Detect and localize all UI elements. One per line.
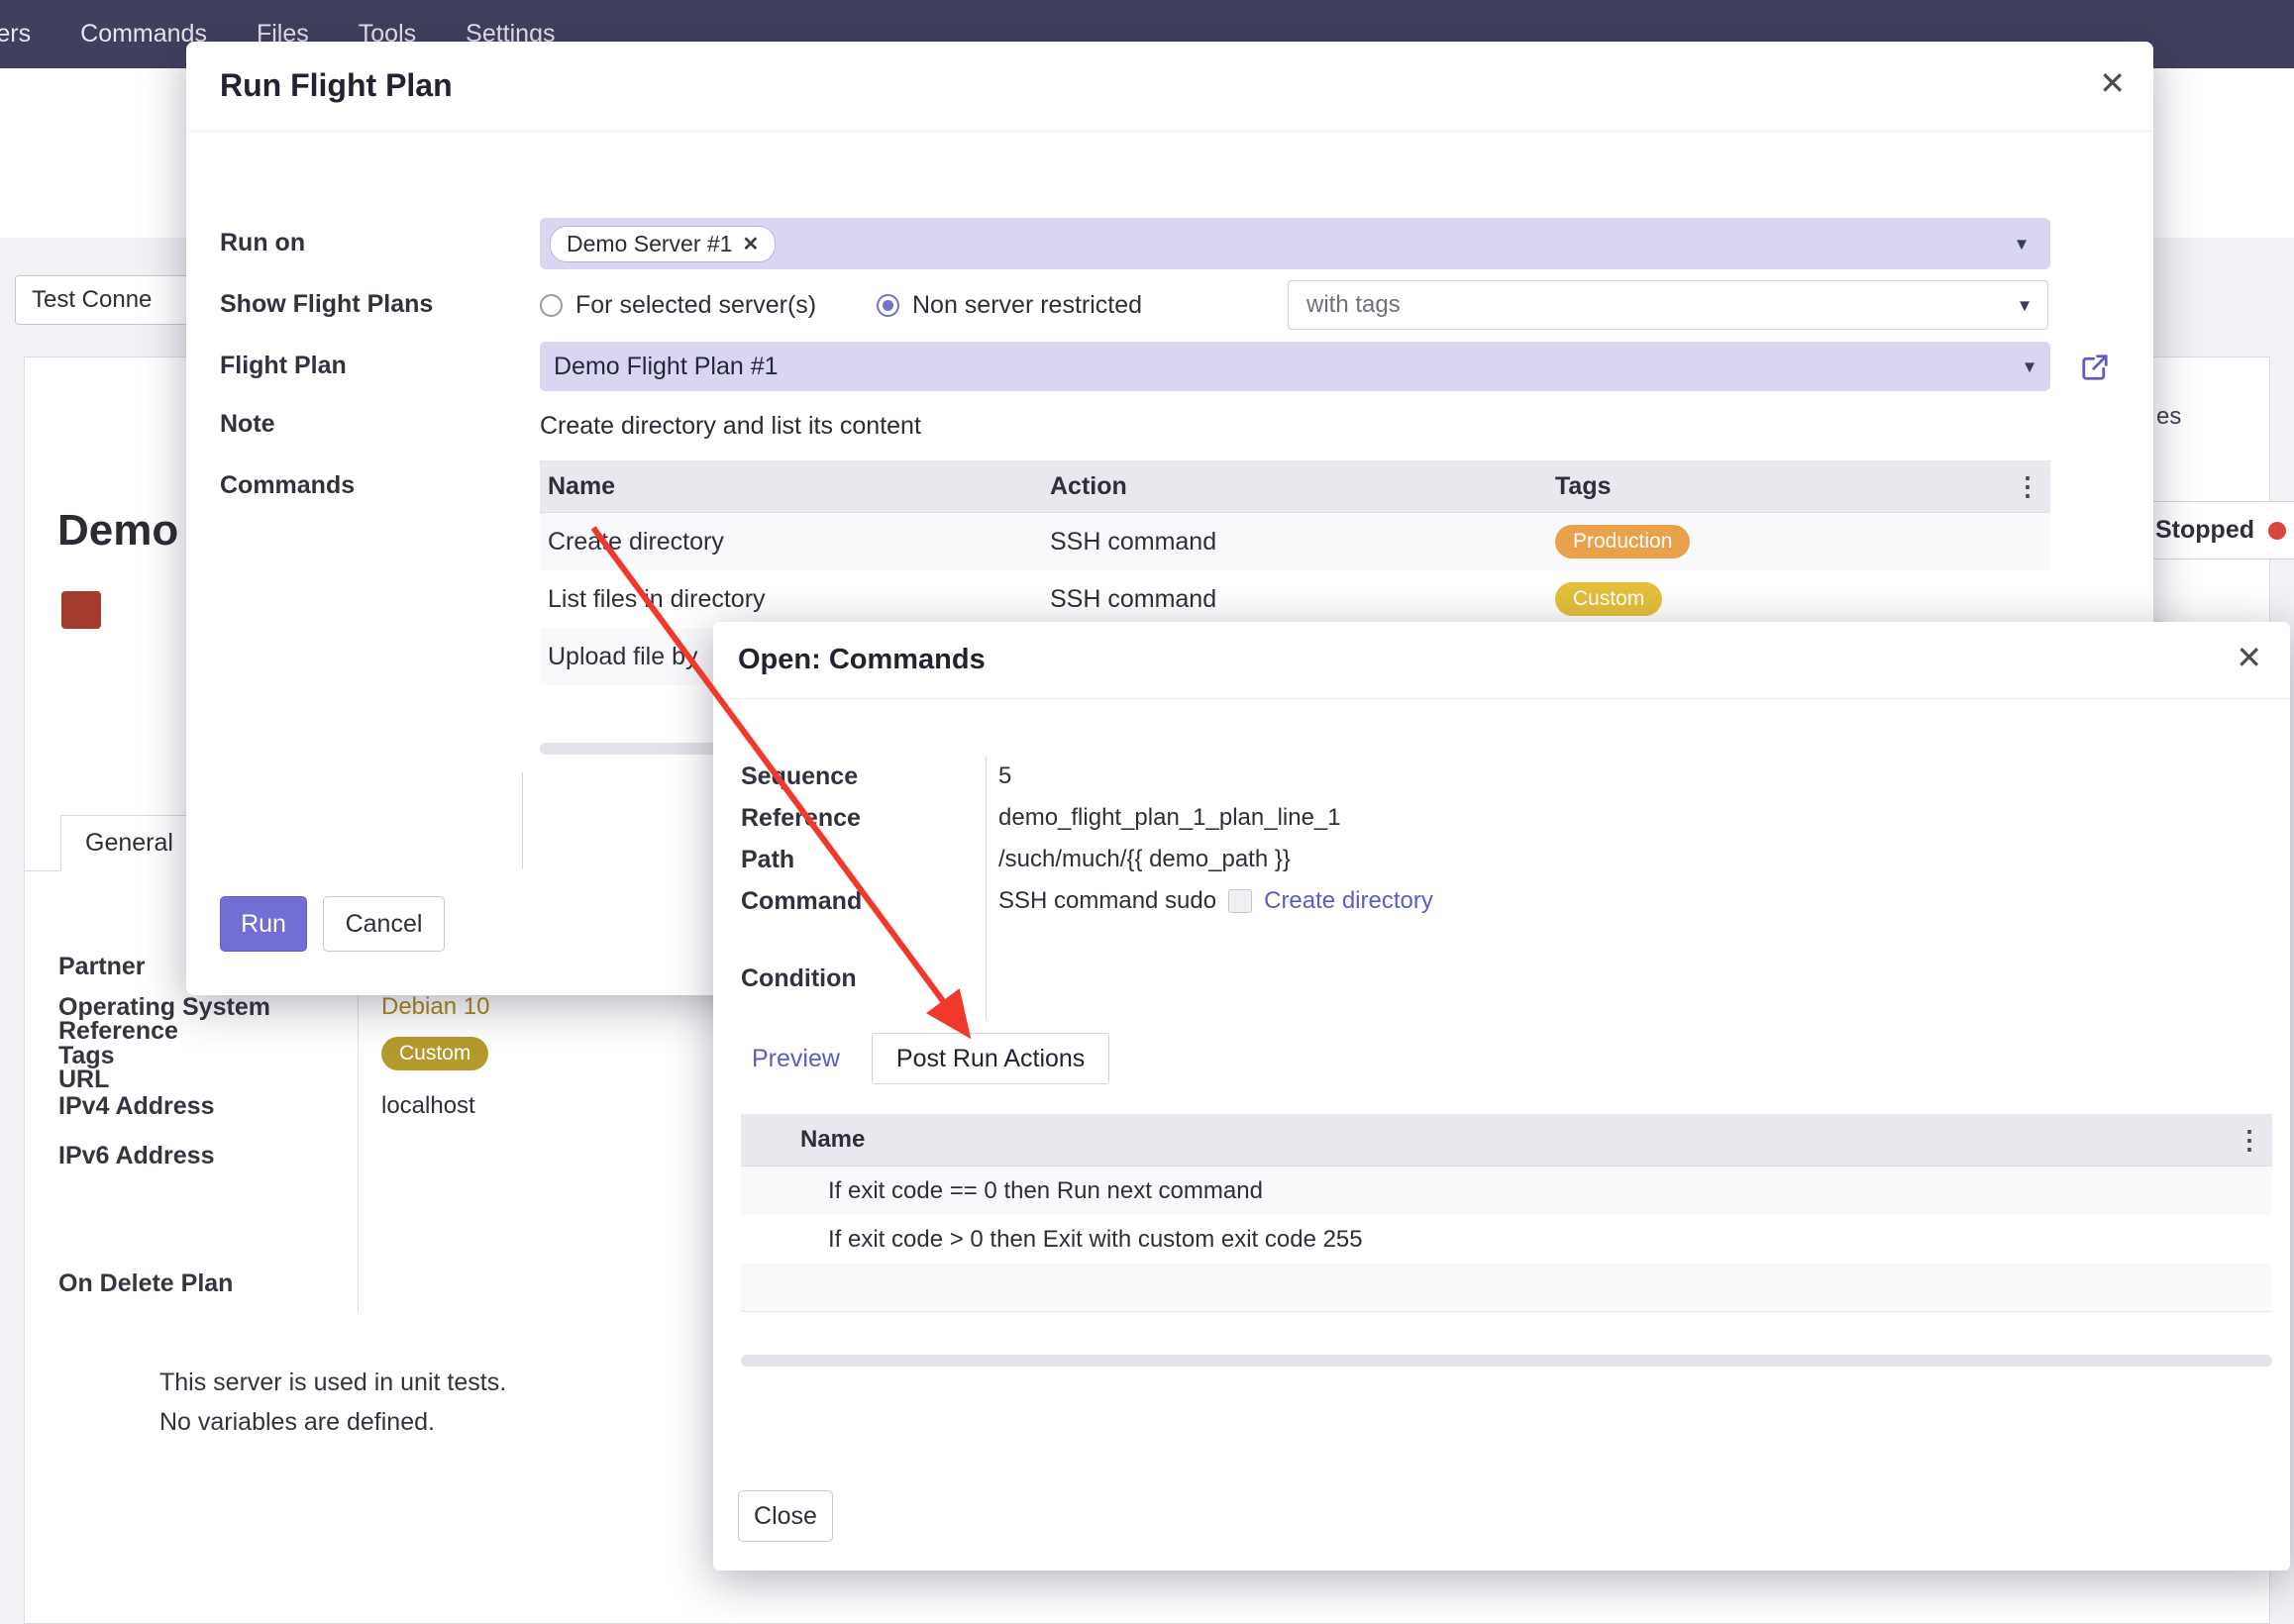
header-divider bbox=[713, 698, 2290, 699]
close-icon[interactable]: ✕ bbox=[2099, 67, 2126, 99]
checkbox[interactable] bbox=[1228, 889, 1252, 913]
column-header-action[interactable]: Action bbox=[1050, 472, 1555, 501]
label-partner: Partner bbox=[58, 953, 146, 981]
command-text: SSH command sudo bbox=[998, 887, 1216, 915]
kebab-menu-icon[interactable]: ⋮ bbox=[2237, 1125, 2262, 1156]
create-directory-link[interactable]: Create directory bbox=[1264, 887, 1433, 915]
chevron-down-icon: ▾ bbox=[2020, 293, 2030, 318]
chevron-down-icon: ▾ bbox=[2017, 232, 2027, 256]
chip-remove-icon[interactable]: ✕ bbox=[742, 232, 759, 256]
test-connection-button[interactable]: Test Conne bbox=[15, 275, 199, 325]
run-on-multiselect[interactable]: Demo Server #1 ✕ ▾ bbox=[540, 218, 2050, 269]
table-row[interactable]: List files in directory SSH command Cust… bbox=[540, 570, 2050, 628]
truncated-text: es bbox=[2156, 403, 2181, 431]
with-tags-placeholder: with tags bbox=[1306, 291, 1401, 319]
radio-non-server-restricted[interactable] bbox=[877, 294, 899, 317]
with-tags-select[interactable]: with tags ▾ bbox=[1288, 280, 2048, 330]
table-row[interactable]: Create directory SSH command Production bbox=[540, 513, 2050, 570]
column-header-name[interactable]: Name bbox=[540, 472, 1050, 501]
label-operating-system: Operating System bbox=[58, 993, 270, 1022]
label-run-on: Run on bbox=[220, 229, 305, 257]
radio-label-selected-servers[interactable]: For selected server(s) bbox=[575, 291, 816, 320]
column-header-tags[interactable]: Tags bbox=[1555, 472, 2050, 501]
server-title: Demo bbox=[57, 506, 178, 556]
nav-item-servers[interactable]: Servers bbox=[0, 20, 31, 49]
table-header-row: Name Action Tags ⋮ bbox=[540, 460, 2050, 513]
server-chip-label: Demo Server #1 bbox=[567, 231, 732, 257]
flight-plan-select[interactable]: Demo Flight Plan #1 ▾ bbox=[540, 342, 2050, 391]
cell-name: Create directory bbox=[540, 528, 1050, 557]
cell-action: SSH command bbox=[1050, 528, 1555, 557]
table-row[interactable]: If exit code == 0 then Run next command bbox=[741, 1167, 2272, 1215]
tag-badge-production: Production bbox=[1555, 525, 1690, 558]
open-commands-modal: Open: Commands ✕ Sequence 5 Reference de… bbox=[713, 622, 2290, 1571]
label-show-flight-plans: Show Flight Plans bbox=[220, 290, 433, 319]
label-ipv6: IPv6 Address bbox=[58, 1142, 214, 1170]
value-reference: demo_flight_plan_1_plan_line_1 bbox=[998, 804, 1341, 832]
cell-tags: Production bbox=[1555, 525, 2050, 558]
server-note-line-1: This server is used in unit tests. bbox=[159, 1369, 506, 1397]
server-chip[interactable]: Demo Server #1 ✕ bbox=[550, 226, 776, 262]
color-swatch[interactable] bbox=[61, 591, 101, 629]
value-command: SSH command sudo Create directory bbox=[998, 887, 1433, 915]
status-label: Stopped bbox=[2155, 516, 2254, 545]
field-column-divider bbox=[358, 944, 359, 1312]
label-reference: Reference bbox=[741, 804, 861, 833]
cell-name: List files in directory bbox=[540, 585, 1050, 614]
tag-badge-custom: Custom bbox=[1555, 582, 1662, 616]
value-sequence: 5 bbox=[998, 762, 1011, 790]
value-path: /such/much/{{ demo_path }} bbox=[998, 846, 1291, 873]
close-icon[interactable]: ✕ bbox=[2236, 642, 2262, 673]
status-dot-red-icon bbox=[2268, 522, 2286, 540]
table-row[interactable]: If exit code > 0 then Exit with custom e… bbox=[741, 1215, 2272, 1264]
run-button[interactable]: Run bbox=[220, 896, 307, 952]
flight-plan-note: Create directory and list its content bbox=[540, 412, 921, 441]
post-run-actions-table: Name ⋮ If exit code == 0 then Run next c… bbox=[741, 1114, 2272, 1312]
kebab-menu-icon[interactable]: ⋮ bbox=[2015, 471, 2040, 502]
external-link-icon[interactable] bbox=[2080, 353, 2110, 382]
label-path: Path bbox=[741, 846, 794, 874]
notebook-tabs: Preview Post Run Actions bbox=[738, 1033, 1109, 1084]
radio-for-selected-servers[interactable] bbox=[540, 294, 563, 317]
commands-modal-title: Open: Commands bbox=[738, 644, 986, 676]
chevron-down-icon: ▾ bbox=[2025, 355, 2034, 379]
cell-action: SSH command bbox=[1050, 585, 1555, 614]
value-ipv4: localhost bbox=[381, 1092, 475, 1120]
tab-preview[interactable]: Preview bbox=[738, 1033, 854, 1084]
tab-post-run-actions[interactable]: Post Run Actions bbox=[872, 1033, 1109, 1084]
horizontal-scrollbar[interactable] bbox=[741, 1355, 2272, 1367]
flight-plan-value: Demo Flight Plan #1 bbox=[554, 353, 779, 381]
radio-label-non-server-restricted[interactable]: Non server restricted bbox=[912, 291, 1142, 320]
cell-tags: Custom bbox=[1555, 582, 2050, 616]
label-tags: Tags bbox=[58, 1042, 115, 1070]
tag-badge-custom[interactable]: Custom bbox=[381, 1037, 488, 1070]
label-note: Note bbox=[220, 410, 275, 439]
divider-line bbox=[522, 772, 523, 869]
label-commands: Commands bbox=[220, 471, 355, 500]
label-flight-plan: Flight Plan bbox=[220, 352, 347, 380]
label-ipv4: IPv4 Address bbox=[58, 1092, 214, 1121]
run-modal-title: Run Flight Plan bbox=[220, 67, 453, 104]
table-header-row: Name ⋮ bbox=[741, 1114, 2272, 1167]
cancel-button[interactable]: Cancel bbox=[323, 896, 445, 952]
header-divider bbox=[186, 131, 2153, 132]
label-on-delete-plan: On Delete Plan bbox=[58, 1269, 233, 1298]
value-operating-system[interactable]: Debian 10 bbox=[381, 993, 489, 1021]
label-sequence: Sequence bbox=[741, 762, 858, 791]
label-condition: Condition bbox=[741, 964, 857, 993]
table-row-empty bbox=[741, 1264, 2272, 1312]
close-button[interactable]: Close bbox=[738, 1490, 833, 1542]
server-note-line-2: No variables are defined. bbox=[159, 1408, 435, 1437]
label-command: Command bbox=[741, 887, 862, 916]
column-header-name[interactable]: Name bbox=[800, 1126, 865, 1154]
